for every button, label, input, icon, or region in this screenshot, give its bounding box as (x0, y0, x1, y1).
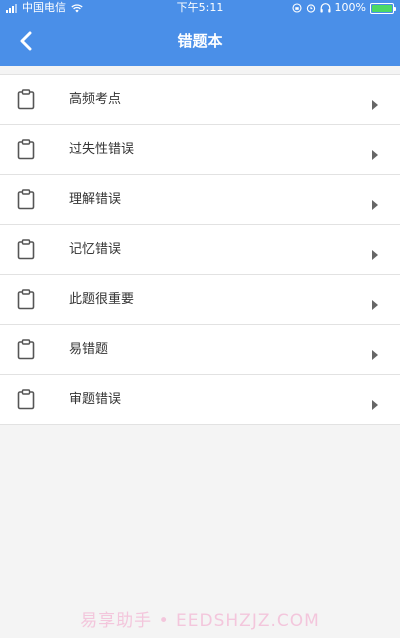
list-item[interactable]: 记忆错误 (0, 225, 400, 275)
headphones-icon (320, 3, 331, 13)
list-item-label: 过失性错误 (69, 142, 135, 157)
chevron-right-icon (372, 295, 378, 310)
nav-bar: 错题本 (0, 16, 400, 66)
battery-percent: 100% (334, 1, 366, 14)
clipboard-icon (17, 389, 35, 410)
watermark: 易享助手 • EEDSHZJZ.COM (80, 611, 320, 631)
chevron-right-icon (372, 345, 378, 360)
clipboard-icon (17, 339, 35, 360)
list-item-label: 审题错误 (69, 392, 122, 407)
list-item[interactable]: 易错题 (0, 325, 400, 375)
page-title: 错题本 (177, 32, 223, 50)
battery-icon (370, 2, 396, 14)
alarm-icon (306, 4, 315, 13)
lock-rotation-icon (291, 3, 302, 13)
chevron-right-icon (372, 395, 378, 410)
chevron-right-icon (372, 245, 378, 260)
list-item[interactable]: 审题错误 (0, 375, 400, 425)
chevron-right-icon (372, 195, 378, 210)
list-item-label: 记忆错误 (69, 242, 122, 257)
clipboard-icon (17, 239, 35, 260)
list-item[interactable]: 此题很重要 (0, 275, 400, 325)
clipboard-icon (17, 139, 35, 160)
status-right: 100% (291, 0, 396, 16)
list-item-label: 高频考点 (69, 92, 122, 107)
status-bar: 中国电信 下午5:11 100% (0, 0, 400, 16)
list-item[interactable]: 高频考点 (0, 75, 400, 125)
list-item-label: 此题很重要 (69, 292, 135, 307)
category-list: 高频考点过失性错误理解错误记忆错误此题很重要易错题审题错误 (0, 74, 400, 425)
chevron-right-icon (372, 95, 378, 110)
list-item[interactable]: 理解错误 (0, 175, 400, 225)
clipboard-icon (17, 289, 35, 310)
list-item[interactable]: 过失性错误 (0, 125, 400, 175)
list-item-label: 易错题 (69, 342, 109, 357)
clipboard-icon (17, 89, 35, 110)
clipboard-icon (17, 189, 35, 210)
list-item-label: 理解错误 (69, 192, 122, 207)
chevron-right-icon (372, 145, 378, 160)
